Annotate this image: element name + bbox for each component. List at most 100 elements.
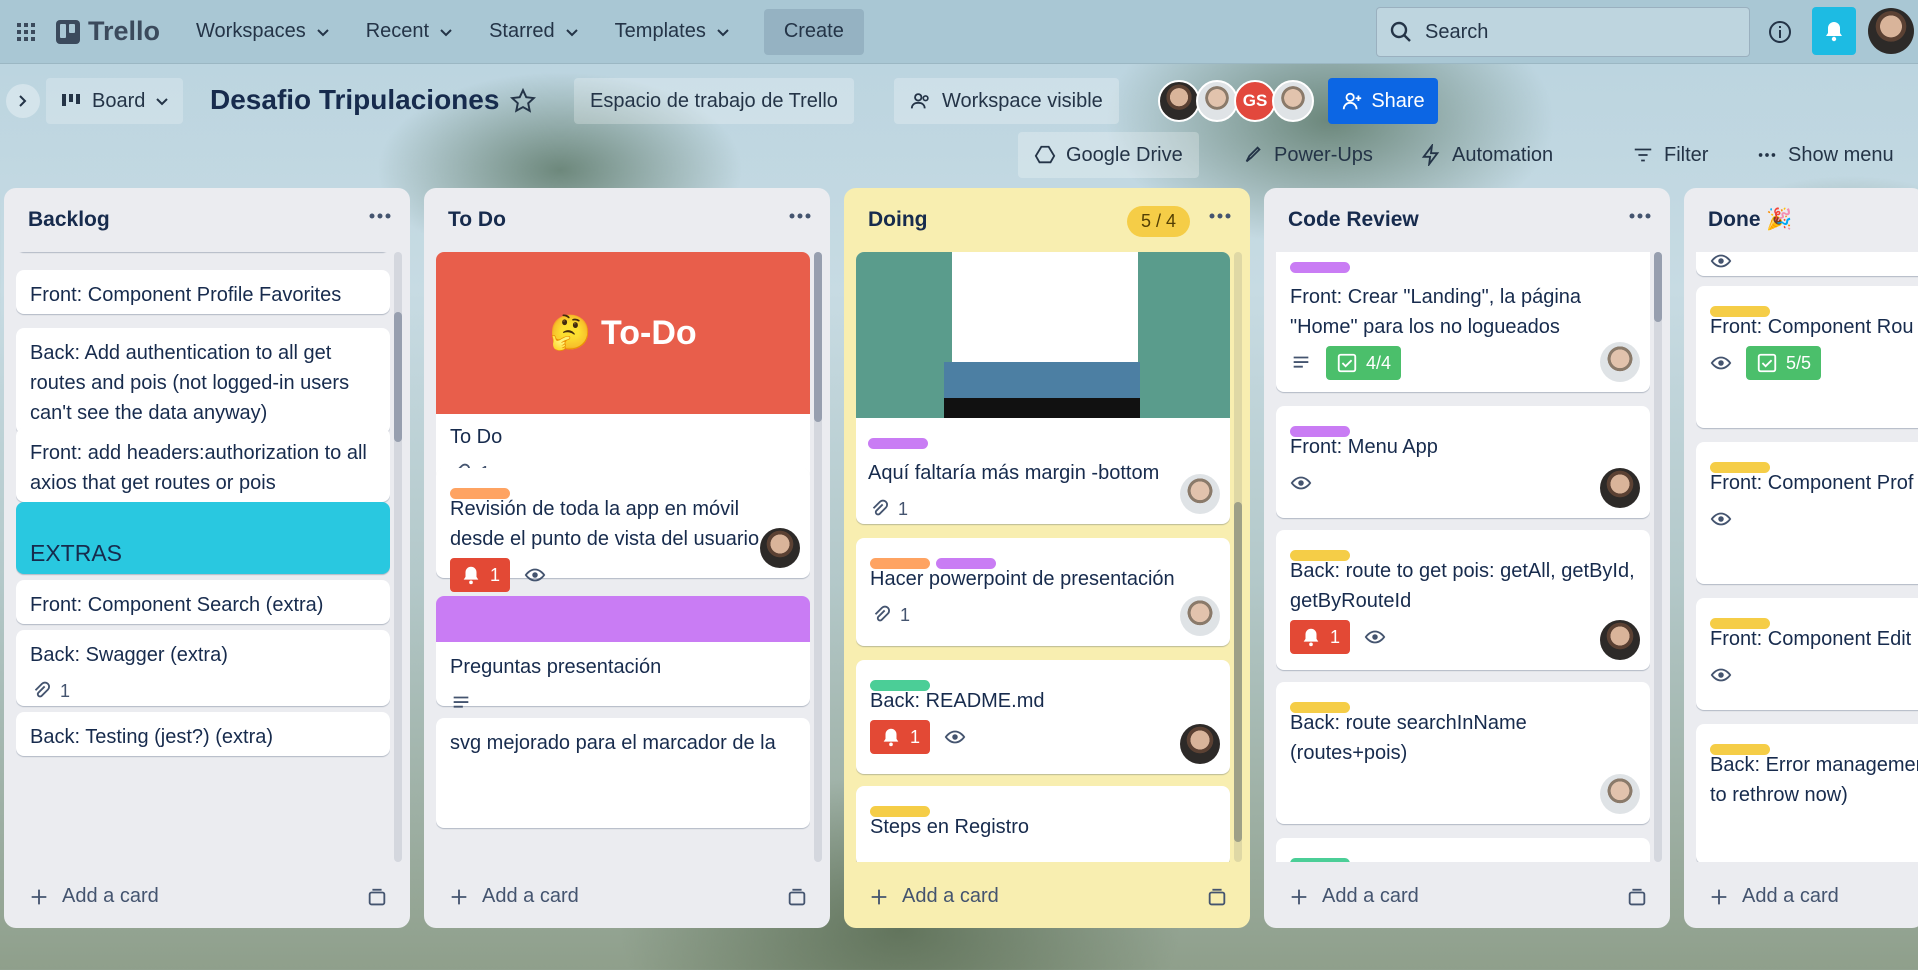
- add-card-button[interactable]: Add a card: [28, 885, 388, 908]
- google-drive-button[interactable]: Google Drive: [1018, 132, 1199, 178]
- card-member-avatar[interactable]: [760, 528, 800, 568]
- list-menu-icon[interactable]: [788, 212, 812, 220]
- list-scrollbar[interactable]: [814, 252, 822, 862]
- list-item[interactable]: Front: Component Rou version) 5/5: [1696, 286, 1918, 428]
- list-item[interactable]: Front: Component Profile Favorites: [16, 270, 390, 314]
- star-icon[interactable]: [510, 88, 536, 114]
- list-item[interactable]: Back: Testing (jest?) (extra): [16, 712, 390, 756]
- attachments-count: 1: [898, 499, 909, 519]
- notification-bell-icon: [883, 728, 899, 747]
- sidebar-expand-icon[interactable]: [6, 84, 40, 118]
- list-item[interactable]: Front: Component Edit: [1696, 598, 1918, 710]
- add-card-button[interactable]: Add a card: [1288, 885, 1648, 908]
- info-icon[interactable]: [1762, 14, 1798, 50]
- add-card-button[interactable]: Add a card: [1708, 885, 1918, 908]
- member-avatar-initials[interactable]: GS: [1234, 80, 1276, 122]
- show-menu-button[interactable]: Show menu: [1740, 132, 1910, 178]
- card-labels: [450, 478, 796, 500]
- scrollbar-thumb[interactable]: [1234, 502, 1242, 842]
- list-item[interactable]: Back: route searchInName (routes+pois): [1276, 682, 1650, 824]
- list-item[interactable]: Front: Service+Slice: comments: [1276, 838, 1650, 862]
- card-template-icon[interactable]: [366, 887, 388, 909]
- card-labels: [1290, 416, 1636, 438]
- card-template-icon[interactable]: [786, 887, 808, 909]
- member-avatar[interactable]: [1196, 80, 1238, 122]
- list-title[interactable]: Backlog: [28, 208, 110, 232]
- list-item[interactable]: Hacer powerpoint de presentación 1: [856, 538, 1230, 646]
- list-item[interactable]: 🤔 To-Do To Do 1: [436, 252, 810, 504]
- create-button[interactable]: Create: [763, 8, 864, 55]
- power-ups-button[interactable]: Power-Ups: [1226, 132, 1389, 178]
- list-item[interactable]: Front: Crear "Landing", la página "Home"…: [1276, 252, 1650, 392]
- card-badges: [1710, 660, 1918, 690]
- share-button[interactable]: Share: [1328, 78, 1438, 124]
- scrollbar-thumb[interactable]: [814, 252, 822, 422]
- search-input[interactable]: Search: [1376, 7, 1750, 57]
- visibility-button[interactable]: Workspace visible: [894, 78, 1119, 124]
- list-item[interactable]: [1696, 252, 1918, 276]
- add-card-button[interactable]: Add a card: [448, 885, 808, 908]
- card-member-avatar[interactable]: [1600, 620, 1640, 660]
- member-avatar[interactable]: [1158, 80, 1200, 122]
- plus-icon: [871, 889, 887, 904]
- card-member-avatar[interactable]: [1600, 342, 1640, 382]
- card-member-avatar[interactable]: [1180, 724, 1220, 764]
- list-item[interactable]: Preguntas presentación: [436, 596, 810, 708]
- list-scrollbar[interactable]: [1654, 252, 1662, 862]
- list-item[interactable]: Back: route to get pois: getAll, getById…: [1276, 530, 1650, 670]
- nav-starred[interactable]: Starred: [471, 10, 597, 54]
- list-item[interactable]: Aquí faltaría más margin -bottom 1: [856, 252, 1230, 524]
- card-title: Aquí faltaría más margin -bottom: [868, 462, 1160, 484]
- list-item[interactable]: Front: Component Prof questionaire: [1696, 442, 1918, 584]
- filter-button[interactable]: Filter: [1616, 132, 1724, 178]
- nav-workspaces[interactable]: Workspaces: [178, 10, 348, 54]
- list-title[interactable]: Doing: [868, 208, 927, 232]
- member-avatar[interactable]: [1272, 80, 1314, 122]
- add-card-button[interactable]: Add a card: [868, 885, 1228, 908]
- card-member-avatar[interactable]: [1600, 774, 1640, 814]
- app-switcher-icon[interactable]: [10, 16, 42, 48]
- card-template-icon[interactable]: [1626, 887, 1648, 909]
- nav-templates[interactable]: Templates: [597, 10, 748, 54]
- board-title[interactable]: Desafio Tripulaciones: [210, 84, 499, 116]
- list-menu-icon[interactable]: [1628, 212, 1652, 220]
- card-member-avatar[interactable]: [1600, 468, 1640, 508]
- list-menu-icon[interactable]: [1208, 212, 1232, 220]
- list-item[interactable]: svg mejorado para el marcador de la: [436, 718, 810, 828]
- card-member-avatar[interactable]: [1180, 596, 1220, 636]
- list-title[interactable]: Done 🎉: [1708, 208, 1792, 232]
- list-item[interactable]: Back: Swagger (extra) 1: [16, 630, 390, 706]
- card-cover-image: [856, 252, 1230, 418]
- list-item[interactable]: Back: Add authentication to all get rout…: [16, 328, 390, 434]
- scrollbar-thumb[interactable]: [1654, 252, 1662, 322]
- list-scrollbar[interactable]: [394, 252, 402, 862]
- card-badges: 1: [868, 494, 1218, 524]
- workspace-button[interactable]: Espacio de trabajo de Trello: [574, 78, 854, 124]
- list-item[interactable]: EXTRAS: [16, 502, 390, 574]
- trello-logo[interactable]: Trello: [56, 16, 160, 47]
- list-item[interactable]: Steps en Registro: [856, 786, 1230, 862]
- list-item[interactable]: Front: add headers:authorization to all …: [16, 428, 390, 502]
- list-item[interactable]: Back: Error managemen middleware to reth…: [1696, 724, 1918, 862]
- list-title[interactable]: Code Review: [1288, 208, 1419, 232]
- list-menu-icon[interactable]: [368, 212, 392, 220]
- attachments-badge: 1: [870, 600, 910, 630]
- cover-phone-bar: [944, 398, 1140, 418]
- card-member-avatar[interactable]: [1180, 474, 1220, 514]
- card-labels: [870, 548, 1216, 570]
- automation-button[interactable]: Automation: [1404, 132, 1569, 178]
- scrollbar-thumb[interactable]: [394, 312, 402, 442]
- card-title: Back: Add authentication to all get rout…: [30, 342, 350, 424]
- list-item[interactable]: Back: README.md 1: [856, 660, 1230, 774]
- list-item[interactable]: Revisión de toda la app en móvil desde e…: [436, 468, 810, 592]
- account-avatar[interactable]: [1868, 8, 1914, 54]
- list-scrollbar[interactable]: [1234, 252, 1242, 862]
- list-item[interactable]: Front: Menu App: [1276, 406, 1650, 518]
- notifications-bell-icon[interactable]: [1812, 7, 1856, 55]
- list-title[interactable]: To Do: [448, 208, 506, 232]
- add-card-label: Add a card: [62, 885, 159, 907]
- list-item[interactable]: Front: Component Search (extra): [16, 580, 390, 624]
- board-view-switcher[interactable]: Board: [46, 78, 184, 124]
- nav-recent[interactable]: Recent: [348, 10, 471, 54]
- card-template-icon[interactable]: [1206, 887, 1228, 909]
